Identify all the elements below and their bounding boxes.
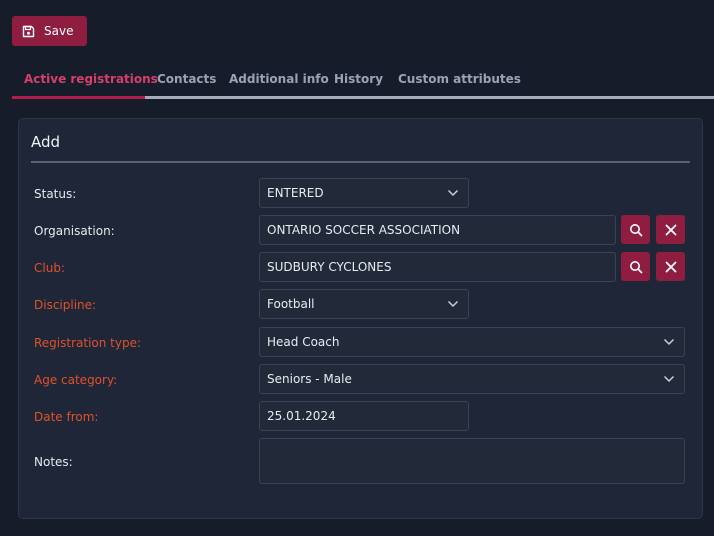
age-category-label: Age category:: [34, 373, 118, 387]
club-field[interactable]: SUDBURY CYCLONES: [259, 252, 616, 282]
date-from-label: Date from:: [34, 410, 99, 424]
floppy-disk-icon: [22, 25, 35, 38]
tab-contacts[interactable]: Contacts: [157, 72, 216, 86]
chevron-down-icon: [663, 374, 675, 384]
tab-additional-info[interactable]: Additional info: [229, 72, 329, 86]
panel-divider: [31, 161, 690, 163]
status-value: ENTERED: [267, 186, 324, 200]
club-search-button[interactable]: [621, 252, 650, 281]
discipline-value: Football: [267, 297, 315, 311]
notes-label: Notes:: [34, 455, 73, 469]
tab-history[interactable]: History: [334, 72, 383, 86]
discipline-select[interactable]: Football: [259, 289, 469, 319]
active-tab-indicator: [12, 96, 145, 99]
tab-active-registrations[interactable]: Active registrations: [24, 72, 158, 86]
save-button[interactable]: Save: [12, 16, 87, 46]
registration-type-select[interactable]: Head Coach: [259, 327, 685, 357]
organisation-label: Organisation:: [34, 224, 115, 238]
tab-bar: Active registrations Contacts Additional…: [12, 64, 714, 100]
organisation-value: ONTARIO SOCCER ASSOCIATION: [267, 223, 461, 237]
status-select[interactable]: ENTERED: [259, 178, 469, 208]
status-label: Status:: [34, 187, 77, 201]
registration-type-label: Registration type:: [34, 336, 142, 350]
panel-title: Add: [31, 133, 61, 151]
organisation-field[interactable]: ONTARIO SOCCER ASSOCIATION: [259, 215, 616, 245]
club-label: Club:: [34, 261, 65, 275]
age-category-value: Seniors - Male: [267, 372, 352, 386]
add-registration-panel: Add Status: ENTERED Organisation: ONTARI…: [18, 118, 703, 519]
close-icon: [665, 224, 677, 236]
chevron-down-icon: [663, 337, 675, 347]
registration-type-value: Head Coach: [267, 335, 340, 349]
search-icon: [629, 223, 643, 237]
search-icon: [629, 260, 643, 274]
organisation-clear-button[interactable]: [656, 215, 685, 244]
notes-textarea[interactable]: [259, 438, 685, 484]
club-clear-button[interactable]: [656, 252, 685, 281]
age-category-select[interactable]: Seniors - Male: [259, 364, 685, 394]
organisation-search-button[interactable]: [621, 215, 650, 244]
chevron-down-icon: [447, 299, 459, 309]
date-from-value: 25.01.2024: [267, 409, 336, 423]
discipline-label: Discipline:: [34, 298, 97, 312]
close-icon: [665, 261, 677, 273]
date-from-field[interactable]: 25.01.2024: [259, 401, 469, 431]
club-value: SUDBURY CYCLONES: [267, 260, 392, 274]
tab-custom-attributes[interactable]: Custom attributes: [398, 72, 521, 86]
save-button-label: Save: [44, 24, 74, 38]
chevron-down-icon: [447, 188, 459, 198]
